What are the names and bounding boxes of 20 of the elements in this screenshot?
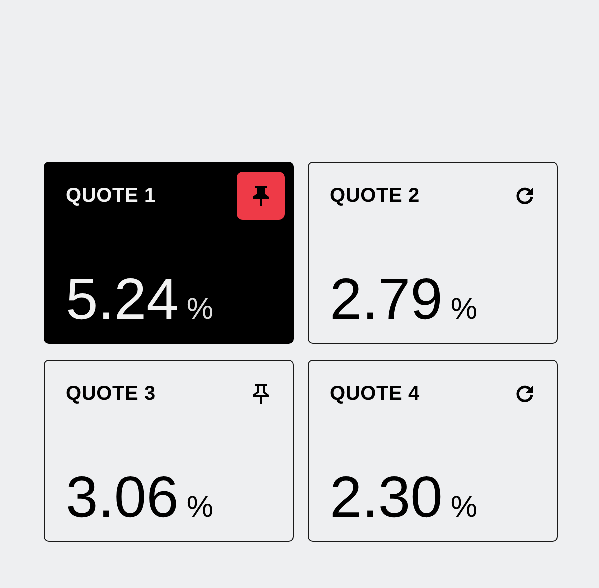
refresh-icon	[514, 383, 536, 405]
quote-card[interactable]: QUOTE 4 2.30%	[308, 360, 558, 542]
quote-card[interactable]: QUOTE 1 5.24%	[44, 162, 294, 344]
unit-label: %	[186, 293, 214, 327]
quote-value: 5.24	[66, 271, 179, 329]
pin-icon	[250, 382, 272, 406]
unit-label: %	[450, 293, 478, 327]
quote-label: QUOTE 4	[330, 383, 420, 406]
quote-label: QUOTE 3	[66, 383, 156, 406]
quote-card[interactable]: QUOTE 3 3.06%	[44, 360, 294, 542]
quote-value: 3.06	[66, 469, 179, 527]
quote-card[interactable]: QUOTE 2 2.79%	[308, 162, 558, 344]
unit-label: %	[186, 491, 214, 525]
unit-label: %	[450, 491, 478, 525]
quote-value: 2.30	[330, 469, 443, 527]
quote-label: QUOTE 2	[330, 185, 420, 208]
refresh-icon	[514, 185, 536, 207]
quote-label: QUOTE 1	[66, 185, 156, 208]
quote-value: 2.79	[330, 271, 443, 329]
pin-icon	[250, 184, 272, 208]
